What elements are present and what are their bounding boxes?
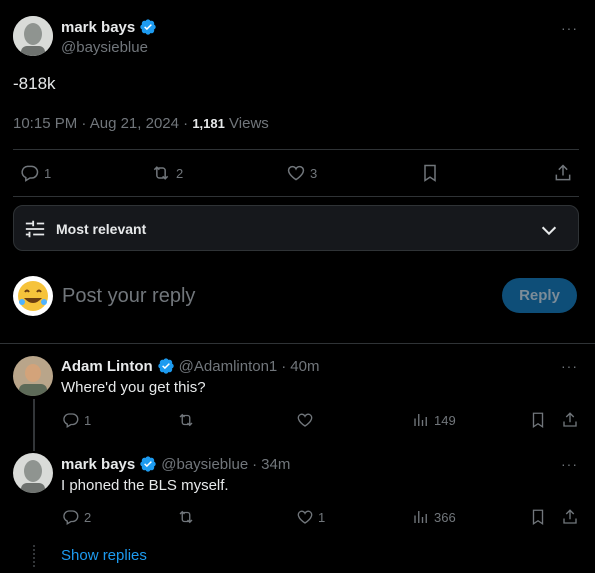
tweet-date[interactable]: Aug 21, 2024 <box>90 115 179 132</box>
bookmark-icon <box>424 164 436 182</box>
reply-action[interactable]: 2 <box>62 508 91 526</box>
analytics-icon <box>414 511 427 523</box>
reply-icon <box>63 413 79 428</box>
reply-action[interactable]: 1 <box>20 163 51 183</box>
tweet-time[interactable]: 10:15 PM <box>13 115 77 132</box>
reply-action[interactable]: 1 <box>62 411 91 429</box>
bookmark-action[interactable] <box>529 411 547 429</box>
retweet-icon <box>179 413 193 427</box>
retweet-action[interactable]: 2 <box>150 163 183 183</box>
verified-badge-icon <box>140 19 156 35</box>
reply-icon <box>21 165 39 182</box>
meta-separator: · <box>77 115 90 132</box>
user-avatar[interactable] <box>13 276 53 316</box>
views-label: Views <box>224 115 269 132</box>
verified-badge-icon <box>157 358 174 374</box>
meta-separator: · <box>281 357 287 375</box>
thread-dots <box>33 545 35 567</box>
heart-icon <box>297 510 313 524</box>
reply-avatar[interactable] <box>13 453 53 493</box>
reply-text: I phoned the BLS myself. <box>61 477 229 494</box>
reply-author-name[interactable]: mark bays <box>61 456 135 473</box>
share-icon <box>563 509 577 524</box>
reply-author-name[interactable]: Adam Linton <box>61 358 153 375</box>
share-icon <box>555 164 571 181</box>
reply-count: 1 <box>84 412 92 428</box>
share-action[interactable] <box>561 508 579 526</box>
tweet-meta: 10:15 PM · Aug 21, 2024 · 1,181 Views <box>13 115 269 132</box>
more-options-icon[interactable]: ··· <box>561 358 578 374</box>
reply-count: 1 <box>44 165 52 181</box>
more-options-icon[interactable]: ··· <box>561 456 578 472</box>
chevron-down-icon <box>541 226 557 236</box>
tweet-text: -818k <box>13 74 56 93</box>
share-icon <box>563 412 577 427</box>
heart-icon <box>297 413 313 427</box>
bookmark-action[interactable] <box>529 508 547 526</box>
meta-separator: · <box>252 455 258 473</box>
retweet-action[interactable] <box>176 411 200 429</box>
sliders-icon <box>25 220 45 238</box>
meta-separator: · <box>178 115 193 132</box>
sort-dropdown[interactable]: Most relevant <box>13 205 579 251</box>
reply-time[interactable]: 40m <box>290 358 319 375</box>
reply-avatar[interactable] <box>13 356 53 396</box>
views-count: 1,181 <box>192 116 225 131</box>
sort-label: Most relevant <box>56 221 147 237</box>
author-avatar[interactable] <box>13 16 53 56</box>
views-action[interactable]: 149 <box>412 411 456 429</box>
views-action[interactable]: 366 <box>412 508 456 526</box>
bookmark-action[interactable] <box>420 163 440 183</box>
share-action[interactable] <box>553 163 573 183</box>
retweet-action[interactable] <box>176 508 200 526</box>
reply-text: Where'd you get this? <box>61 379 206 396</box>
reply-count: 2 <box>84 509 92 525</box>
verified-badge-icon <box>140 456 156 472</box>
reply-author-handle[interactable]: @Adamlinton1 <box>179 358 278 375</box>
like-count: 1 <box>318 509 326 525</box>
bookmark-icon <box>532 509 544 526</box>
more-options-icon[interactable]: ··· <box>561 20 578 36</box>
bookmark-icon <box>532 412 544 429</box>
retweet-icon <box>153 166 169 180</box>
like-action[interactable]: 1 <box>296 508 325 526</box>
heart-icon <box>287 165 305 181</box>
views-count: 366 <box>434 509 456 525</box>
retweet-icon <box>179 510 193 524</box>
views-count: 149 <box>434 412 456 428</box>
analytics-icon <box>414 414 427 426</box>
author-name[interactable]: mark bays <box>61 19 135 36</box>
like-count: 3 <box>310 165 318 181</box>
share-action[interactable] <box>561 411 579 429</box>
author-handle[interactable]: @baysieblue <box>61 39 148 56</box>
reply-button[interactable]: Reply <box>502 278 577 313</box>
retweet-count: 2 <box>176 165 184 181</box>
like-action[interactable] <box>296 411 318 429</box>
reply-time[interactable]: 34m <box>261 456 290 473</box>
reply-author-handle[interactable]: @baysieblue <box>161 456 248 473</box>
like-action[interactable]: 3 <box>286 163 317 183</box>
show-replies-link[interactable]: Show replies <box>61 547 147 564</box>
reply-input[interactable] <box>62 283 482 309</box>
reply-icon <box>63 510 79 525</box>
